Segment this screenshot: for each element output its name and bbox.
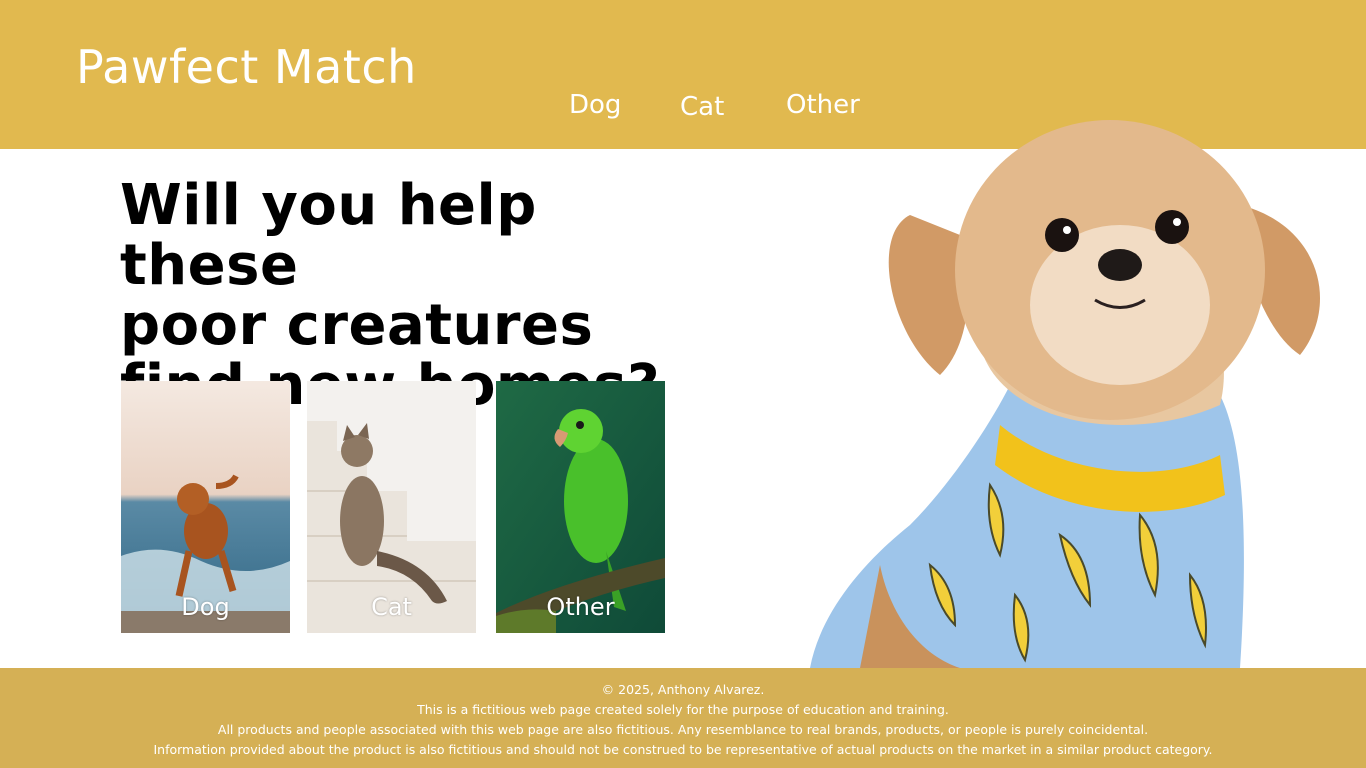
site-logo[interactable]: Pawfect Match [76, 40, 417, 94]
footer-disclaimer: All products and people associated with … [217, 722, 1149, 737]
category-card-label: Dog [181, 593, 230, 621]
category-card-label: Cat [371, 593, 412, 621]
nav-link-dog[interactable]: Dog [569, 90, 621, 120]
footer-disclaimer: Information provided about the product i… [153, 742, 1213, 757]
dog-in-pajamas-photo [810, 120, 1320, 668]
footer-copyright: © 2025, Anthony Alvarez. [601, 682, 765, 697]
category-card-dog[interactable]: Dog [121, 381, 290, 633]
category-card-label: Other [546, 593, 615, 621]
hero-heading-line: Will you help these [120, 173, 537, 298]
nav-link-cat[interactable]: Cat [680, 92, 724, 122]
site-footer: © 2025, Anthony Alvarez. This is a ficti… [0, 668, 1366, 768]
category-card-cat[interactable]: Cat [307, 381, 476, 633]
footer-disclaimer: This is a fictitious web page created so… [417, 702, 949, 717]
hero-heading-line: poor creatures [120, 293, 594, 358]
hero-heading: Will you help these poor creatures find … [120, 176, 720, 416]
category-card-other[interactable]: Other [496, 381, 665, 633]
